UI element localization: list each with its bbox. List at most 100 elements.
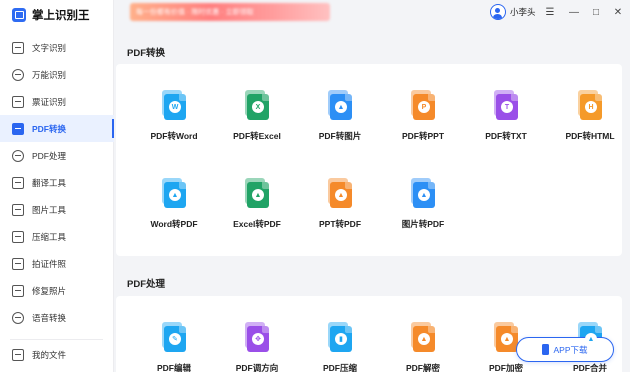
camera-icon: [12, 68, 24, 81]
tool-tile[interactable]: H PDF转HTML: [550, 90, 630, 152]
sidebar-item[interactable]: 翻译工具: [0, 169, 114, 196]
app-download-button[interactable]: APP下载: [516, 337, 614, 362]
user-name: 小李头: [510, 7, 536, 17]
sidebar-item[interactable]: 图片工具: [0, 196, 114, 223]
maximize-button[interactable]: □: [588, 4, 604, 20]
sidebar-item[interactable]: 压缩工具: [0, 223, 114, 250]
document-icon: T: [492, 90, 520, 120]
sidebar-item[interactable]: PDF处理: [0, 142, 114, 169]
tool-tile[interactable]: T PDF转TXT: [466, 90, 546, 152]
document-icon: X: [243, 90, 271, 120]
sidebar-bottom: 我的文件: [0, 341, 114, 368]
tool-label: PDF转HTML: [565, 131, 615, 141]
phone-icon: [542, 344, 550, 355]
app-logo-icon: [12, 8, 26, 22]
sidebar-item-my-files[interactable]: 我的文件: [0, 341, 114, 368]
tool-label: 图片转PDF: [401, 219, 445, 229]
tool-glyph: X: [252, 101, 264, 113]
tool-glyph: ▲: [501, 333, 513, 345]
tool-tile[interactable]: X PDF转Excel: [217, 90, 297, 152]
sidebar-divider: [10, 339, 103, 340]
tool-glyph: ✎: [169, 333, 181, 345]
menu-button[interactable]: ☰: [542, 4, 558, 20]
tool-label: PDF转Excel: [233, 131, 281, 141]
document-icon: ▲: [326, 178, 354, 208]
sidebar-item-label: 万能识别: [32, 69, 67, 80]
pdf-convert-card: W PDF转Word X PDF转Excel ▲ PDF转图片 P PDF转PPT T PDF转T…: [116, 64, 622, 256]
app-download-label: APP下载: [553, 344, 588, 355]
sidebar-item-label: 票证识别: [32, 96, 67, 107]
tool-label: Excel转PDF: [233, 219, 281, 229]
document-icon: ▲: [409, 178, 437, 208]
app-title: 掌上识别王: [32, 10, 90, 22]
tool-tile[interactable]: W PDF转Word: [134, 90, 214, 152]
tool-tile[interactable]: ▲ PPT转PDF: [300, 178, 380, 240]
document-icon: H: [576, 90, 604, 120]
tool-label: PDF转PPT: [401, 131, 445, 141]
promo-banner-text: 每一份都有价值 · 限时优惠 · 立即领取: [136, 9, 254, 16]
tool-tile[interactable]: ✥ PDF调方向: [217, 322, 297, 372]
tool-label: Word转PDF: [150, 219, 198, 229]
sidebar-item-label: 语音转换: [32, 312, 67, 323]
tool-tile[interactable]: ▮ PDF压缩: [300, 322, 380, 372]
document-icon: ▲: [160, 178, 188, 208]
tool-glyph: ✥: [252, 333, 264, 345]
sidebar-item[interactable]: 修复照片: [0, 277, 114, 304]
document-icon: P: [409, 90, 437, 120]
tool-label: PDF合并: [572, 363, 607, 372]
id-photo-icon: [12, 257, 24, 270]
sidebar-item-label: 翻译工具: [32, 177, 67, 188]
tool-tile[interactable]: ▲ 图片转PDF: [383, 178, 463, 240]
sidebar-nav: 文字识别万能识别票证识别 PDF转换 PDF处理翻译工具图片工具压缩工具 拍证件照修复…: [0, 34, 114, 331]
pdf-convert-icon: [12, 122, 24, 135]
sidebar-item-label: 我的文件: [32, 349, 67, 360]
tool-tile[interactable]: P PDF转PPT: [383, 90, 463, 152]
tool-glyph: P: [418, 101, 430, 113]
text-recognition-icon: [12, 41, 24, 54]
promo-banner[interactable]: 每一份都有价值 · 限时优惠 · 立即领取: [130, 3, 330, 21]
user-profile[interactable]: 小李头: [490, 4, 536, 20]
sidebar-item[interactable]: 语音转换: [0, 304, 114, 331]
document-icon: ▲: [326, 90, 354, 120]
sidebar-item[interactable]: PDF转换: [0, 115, 114, 142]
tool-glyph: ▲: [335, 189, 347, 201]
tool-glyph: ▮: [335, 333, 347, 345]
tool-label: PDF转TXT: [485, 131, 527, 141]
translate-icon: [12, 176, 24, 189]
sidebar-item[interactable]: 票证识别: [0, 88, 114, 115]
title-bar: 每一份都有价值 · 限时优惠 · 立即领取 小李头 ☰ — □ ✕: [114, 0, 630, 26]
tool-glyph: ▲: [585, 333, 597, 345]
tool-label: PDF加密: [488, 363, 523, 372]
section-title-pdf-convert: PDF转换: [127, 48, 166, 59]
minimize-button[interactable]: —: [566, 4, 582, 20]
pdf-process-icon: [12, 149, 24, 162]
tool-tile[interactable]: ▲ Word转PDF: [134, 178, 214, 240]
sidebar-item-label: PDF处理: [32, 150, 67, 161]
document-icon: ▲: [243, 178, 271, 208]
sidebar-item-label: 图片工具: [32, 204, 67, 215]
document-icon: ✎: [160, 322, 188, 352]
tool-tile[interactable]: ▲ PDF解密: [383, 322, 463, 372]
tool-glyph: W: [169, 101, 181, 113]
sidebar-item-label: 修复照片: [32, 285, 67, 296]
brand: 掌上识别王: [12, 4, 90, 26]
sidebar-item[interactable]: 万能识别: [0, 61, 114, 88]
tool-label: PDF编辑: [156, 363, 191, 372]
photo-repair-icon: [12, 284, 24, 297]
tool-tile[interactable]: ▲ Excel转PDF: [217, 178, 297, 240]
tool-tile[interactable]: ✎ PDF编辑: [134, 322, 214, 372]
ticket-icon: [12, 95, 24, 108]
tool-glyph: T: [501, 101, 513, 113]
tool-label: PDF转Word: [150, 131, 198, 141]
sidebar-item-label: 文字识别: [32, 42, 67, 53]
close-button[interactable]: ✕: [610, 4, 626, 20]
sidebar-item[interactable]: 拍证件照: [0, 250, 114, 277]
sidebar-item-label: PDF转换: [32, 123, 67, 134]
voice-icon: [12, 311, 24, 324]
tool-tile[interactable]: ▲ PDF转图片: [300, 90, 380, 152]
sidebar-item[interactable]: 文字识别: [0, 34, 114, 61]
tool-glyph: H: [585, 101, 597, 113]
tool-glyph: ▲: [418, 189, 430, 201]
folder-icon: [12, 348, 24, 361]
tool-glyph: ▲: [335, 101, 347, 113]
